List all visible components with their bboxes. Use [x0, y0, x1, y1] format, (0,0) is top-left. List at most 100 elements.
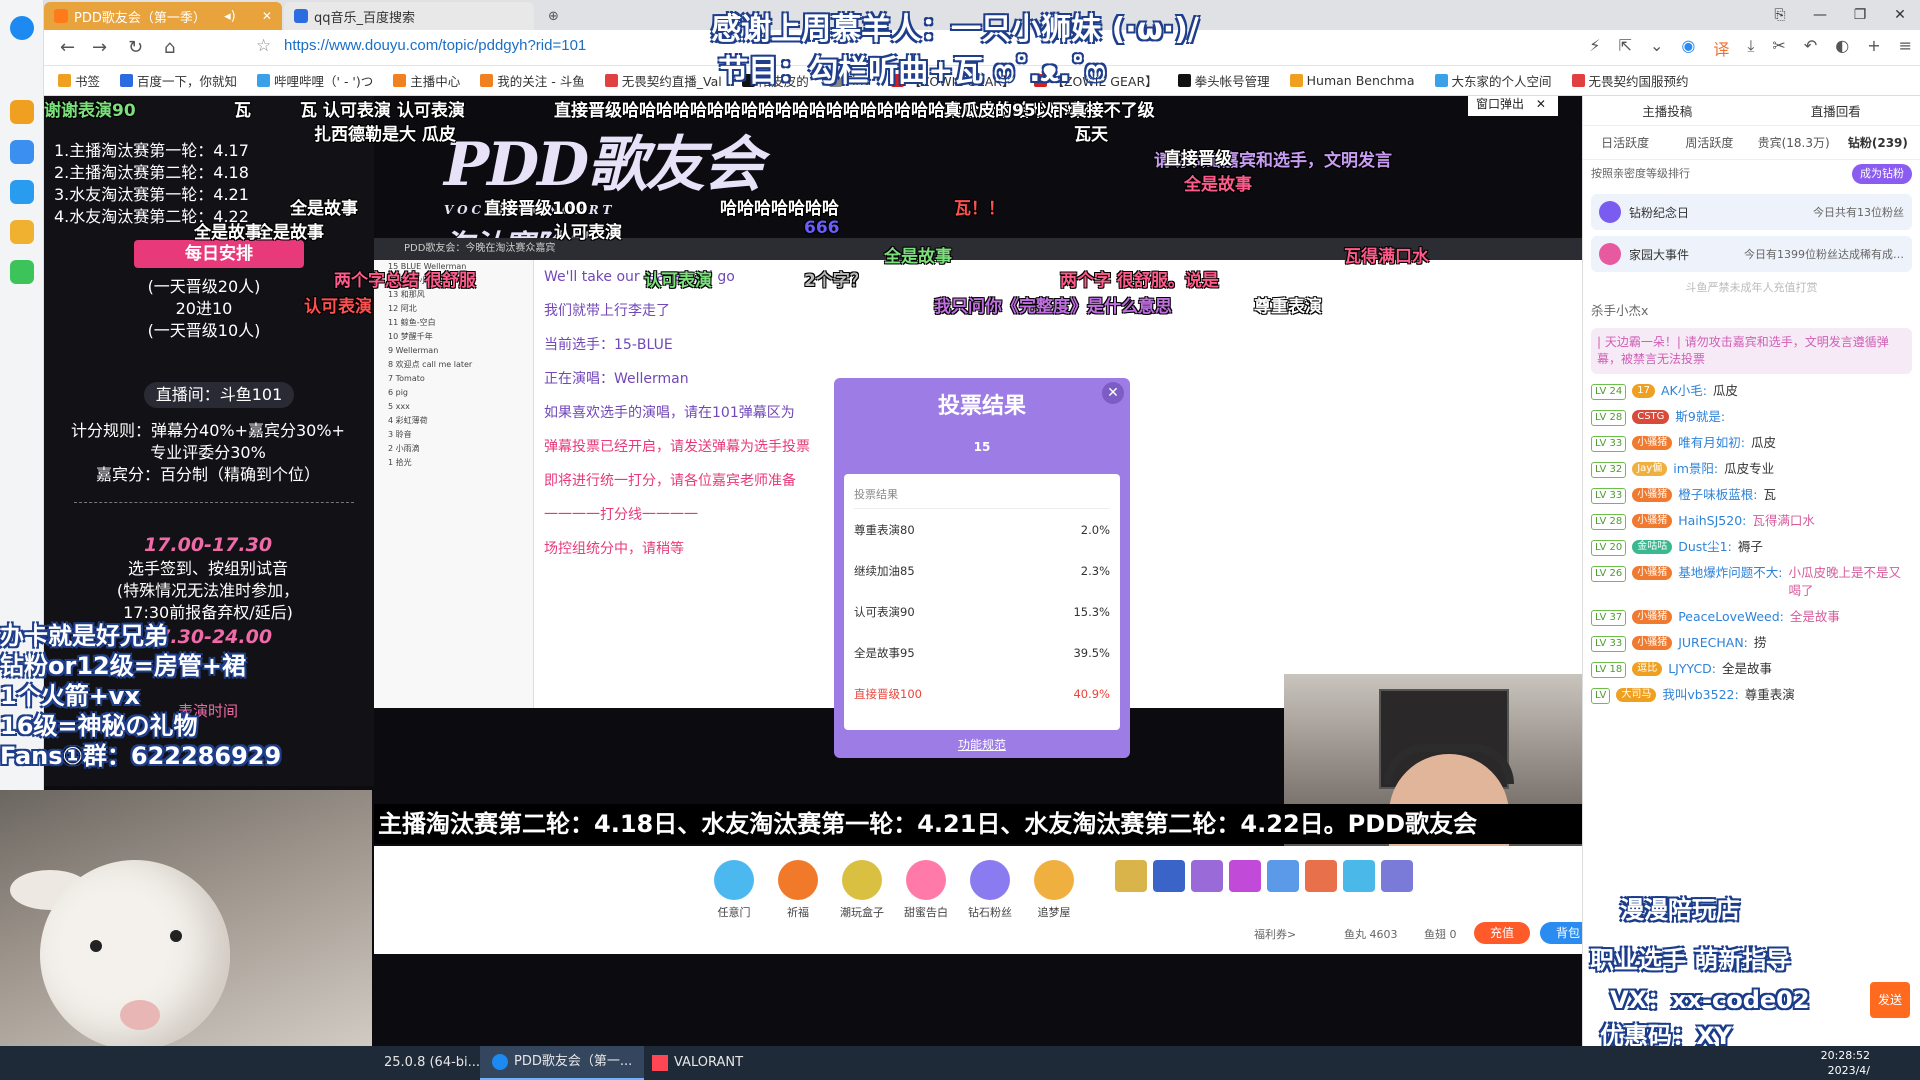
- taskbar-obs[interactable]: 25.0.8 (64-bi...: [376, 1046, 488, 1080]
- chat-text: 小瓜皮晚上是不是又喝了: [1788, 565, 1901, 598]
- search-icon[interactable]: [9, 220, 34, 244]
- level-badge: LV 33: [1591, 636, 1627, 652]
- program-caption: 节目：勾栏听曲+瓦 ෆ˚.ᴥ.˚ෆ: [718, 54, 1106, 89]
- danmaku-comment: 全是故事: [290, 199, 358, 219]
- chat-user[interactable]: HaihSJ520:: [1678, 512, 1746, 530]
- chat-user[interactable]: 我叫vb3522:: [1662, 686, 1738, 704]
- rank-tab-vip[interactable]: 贵宾(18.3万): [1752, 134, 1836, 151]
- gift-item[interactable]: 钻石粉丝: [960, 860, 1020, 920]
- prop-icon[interactable]: [1228, 860, 1262, 896]
- lyric-line: 我们就带上行李走了: [544, 303, 670, 319]
- prop-icon[interactable]: [1190, 860, 1224, 896]
- chat-message: LV 28 CSTG 斯9就是:: [1583, 404, 1920, 430]
- clock[interactable]: 20:28:52 2023/4/: [1821, 1048, 1870, 1078]
- taskbar-valorant[interactable]: VALORANT: [640, 1046, 755, 1080]
- become-fan-button[interactable]: 成为钻粉: [1852, 164, 1912, 184]
- recharge-button[interactable]: 充值: [1474, 922, 1530, 944]
- card-label: 家园大事件: [1629, 247, 1690, 262]
- fish-ball-count: 鱼丸 4603: [1344, 928, 1398, 941]
- danmaku-comment: 瓦天: [1074, 125, 1108, 145]
- browser-icon: [492, 1054, 508, 1070]
- fan-anniversary-card[interactable]: 钻粉纪念日 今日共有13位粉丝: [1591, 194, 1912, 230]
- notice-line: 即将进行统一打分，请各位嘉宾老师准备: [544, 473, 796, 489]
- favorites-icon[interactable]: [9, 100, 34, 124]
- rule-line: 嘉宾分：百分制（精确到个位）: [95, 465, 320, 484]
- chat-user[interactable]: 基地爆炸问题不大:: [1678, 564, 1782, 582]
- fan-badge: 逗比: [1632, 662, 1663, 676]
- chat-user[interactable]: 斯9就是:: [1675, 408, 1725, 426]
- taskbar-browser[interactable]: PDD歌友会（第一...: [480, 1046, 645, 1080]
- danmaku-comment: 瓦得满口水: [1344, 247, 1429, 267]
- rank-tab-diamond[interactable]: 钻粉(239): [1836, 134, 1920, 151]
- chat-user[interactable]: 杀手小杰x: [1591, 302, 1648, 320]
- desc-line: (特殊情况无法准时参加，: [116, 581, 300, 600]
- gift-item[interactable]: 任意门: [704, 860, 764, 920]
- gift-item[interactable]: 追梦屋: [1024, 860, 1084, 920]
- level-badge: LV 26: [1591, 566, 1627, 582]
- bag-button[interactable]: 背包: [1540, 922, 1582, 944]
- ticker: 主播淘汰赛第二轮：4.18日、水友淘汰赛第一轮：4.21日、水友淘汰赛第二轮：4…: [374, 804, 1582, 844]
- vote-option: 认可表演90 15.3%: [854, 601, 1110, 642]
- prop-icon[interactable]: [1380, 860, 1414, 896]
- prop-icon[interactable]: [1266, 860, 1300, 896]
- tree-item: 9 Wellerman: [388, 346, 439, 355]
- gift-label: 钻石粉丝: [968, 906, 1012, 919]
- card-tail: 今日共有13位粉丝: [1813, 206, 1904, 219]
- chat-user[interactable]: im景阳:: [1673, 460, 1718, 478]
- chat-user[interactable]: JURECHAN:: [1678, 634, 1748, 652]
- danmaku-comment: 扎西德勒是大 瓜皮: [314, 125, 456, 145]
- chat-user[interactable]: AK小毛:: [1661, 382, 1707, 400]
- taskbar-label: 25.0.8 (64-bi...: [384, 1055, 481, 1070]
- prop-icon[interactable]: [1114, 860, 1148, 896]
- tab-replay[interactable]: 直播回看: [1811, 101, 1861, 120]
- fan-badge: CSTG: [1632, 410, 1670, 424]
- notice-line: 弹幕投票已经开启，请发送弹幕为选手投票: [544, 439, 810, 455]
- gift-item[interactable]: 潮玩盒子: [832, 860, 892, 920]
- gift-label: 任意门: [717, 906, 751, 919]
- fan-badge: 小骚猪: [1632, 436, 1673, 450]
- prop-image: [1343, 860, 1375, 892]
- chat-user[interactable]: PeaceLoveWeed:: [1678, 608, 1784, 626]
- diamond-icon: [1599, 201, 1621, 223]
- prop-image: [1381, 860, 1413, 892]
- rank-tab-daily[interactable]: 日活跃度: [1583, 134, 1667, 151]
- tab-upload[interactable]: 主播投稿: [1642, 101, 1692, 120]
- gift-item[interactable]: 祈福: [768, 860, 828, 920]
- prop-image: [1115, 860, 1147, 892]
- chat-user[interactable]: Dust尘1:: [1678, 538, 1732, 556]
- close-icon[interactable]: ✕: [1102, 382, 1124, 404]
- chat-user[interactable]: 唯有月如初:: [1678, 434, 1745, 452]
- rank-tab-weekly[interactable]: 周活跃度: [1667, 134, 1751, 151]
- danmaku-comment: 谢谢表演90: [44, 101, 136, 121]
- popout-button[interactable]: 窗口弹出 ✕: [1468, 96, 1558, 116]
- rules-link[interactable]: 功能规范: [834, 736, 1130, 753]
- gift-icon: [1034, 860, 1074, 900]
- prop-icon[interactable]: [1342, 860, 1376, 896]
- vote-percent: 40.9%: [1073, 687, 1110, 701]
- prop-icon[interactable]: [1152, 860, 1186, 896]
- chat-user[interactable]: 橙子味板蓝根:: [1678, 486, 1757, 504]
- level-badge: LV 32: [1591, 462, 1627, 478]
- hint-text: 按照亲密度等级排行: [1591, 167, 1690, 180]
- danmaku-comment: 瓦 认可表演 认可表演: [300, 101, 465, 121]
- gift-item[interactable]: 甜蜜告白: [896, 860, 956, 920]
- banner-title: PDD歌友会: [444, 130, 763, 200]
- chat-message: LV 33 小骚猪 橙子味板蓝根: 瓦: [1583, 482, 1920, 508]
- prop-icon[interactable]: [1304, 860, 1338, 896]
- send-button[interactable]: 发送: [1870, 982, 1910, 1018]
- wechat-icon[interactable]: [9, 260, 34, 284]
- rule-line: 专业评委分30%: [150, 443, 266, 462]
- vote-subtitle: 投票结果: [854, 486, 1110, 509]
- level-badge: LV 33: [1591, 436, 1627, 452]
- home-events-card[interactable]: 家园大事件 今日有1399位粉丝达成稀有成…: [1591, 236, 1912, 272]
- daily-schedule-label: 每日安排: [134, 240, 304, 268]
- cloud-icon[interactable]: [9, 140, 34, 164]
- chat-user[interactable]: LJYYCD:: [1668, 660, 1716, 678]
- share-icon[interactable]: [9, 180, 34, 204]
- chat-message: LV 37 小骚猪 PeaceLoveWeed: 全是故事: [1583, 604, 1920, 630]
- coupon-link[interactable]: 福利券>: [1254, 926, 1296, 942]
- fan-badge: 小骚猪: [1632, 566, 1673, 580]
- gift-label: 追梦屋: [1037, 906, 1071, 919]
- close-icon[interactable]: ✕: [1536, 97, 1546, 111]
- prop-image: [1305, 860, 1337, 892]
